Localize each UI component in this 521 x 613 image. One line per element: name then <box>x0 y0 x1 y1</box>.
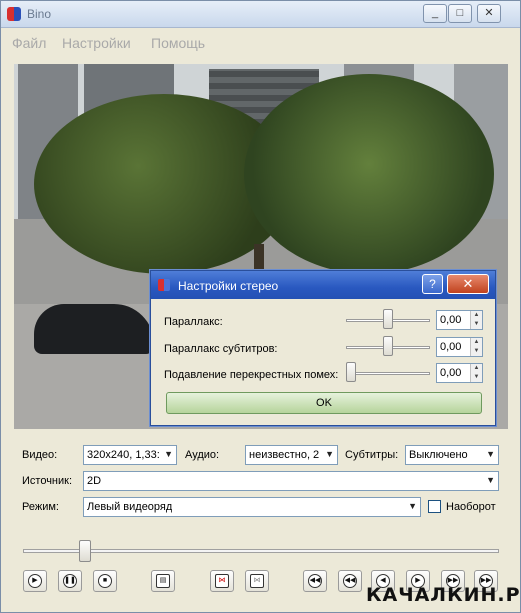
parallax-label: Параллакс: <box>164 316 223 328</box>
crosstalk-spinbox[interactable]: 0,00 ▲ ▼ <box>436 363 483 383</box>
video-combo-value: 320x240, 1,33: <box>87 449 160 461</box>
menu-settings[interactable]: Настройки <box>62 35 131 51</box>
maximize-button[interactable]: □ <box>448 4 472 23</box>
parallax-spinbox[interactable]: 0,00 ▲ ▼ <box>436 310 483 330</box>
subtitle-parallax-value: 0,00 <box>440 341 462 353</box>
video-combo[interactable]: 320x240, 1,33: ▼ <box>83 445 177 465</box>
subtitles-label: Субтитры: <box>345 449 399 461</box>
seek-slider-thumb[interactable] <box>79 540 91 562</box>
window-title: Bino <box>27 7 52 21</box>
chevron-down-icon: ▼ <box>486 475 495 485</box>
seek-slider-track[interactable] <box>23 549 499 553</box>
crosstalk-spin-arrows[interactable]: ▲ ▼ <box>470 364 482 382</box>
chevron-down-icon: ▼ <box>486 449 495 459</box>
audio-combo[interactable]: неизвестно, 2 ▼ <box>245 445 338 465</box>
chevron-down-icon: ▼ <box>325 449 334 459</box>
bino-window: Bino _ □ ✕ Файл Настройки Помощь Настрой… <box>0 0 521 613</box>
dialog-title: Настройки стерео <box>178 279 279 293</box>
close-button[interactable]: ✕ <box>477 4 501 23</box>
video-label: Видео: <box>22 449 58 461</box>
spin-down-icon[interactable]: ▼ <box>471 320 482 329</box>
video-frame-tree <box>244 74 494 274</box>
dialog-help-button[interactable]: ? <box>422 274 443 294</box>
audio-combo-value: неизвестно, 2 <box>249 449 320 461</box>
pause-button[interactable]: ❚❚ <box>58 570 82 592</box>
title-bar: Bino _ □ ✕ <box>1 1 520 28</box>
subtitle-parallax-spin-arrows[interactable]: ▲ ▼ <box>470 338 482 356</box>
parallax-slider-thumb[interactable] <box>383 309 393 329</box>
stop-button[interactable]: ■ <box>93 570 117 592</box>
source-combo-value: 2D <box>87 475 102 487</box>
subtitle-parallax-label: Параллакс субтитров: <box>164 343 278 355</box>
audio-label: Аудио: <box>185 449 220 461</box>
seek-back-1m-icon: ◀◀ <box>343 574 357 588</box>
play-icon: ▶ <box>28 574 42 588</box>
mode-combo-value: Левый видеоряд <box>87 501 173 513</box>
dialog-close-button[interactable]: ✕ <box>447 274 489 294</box>
play-button[interactable]: ▶ <box>23 570 47 592</box>
seek-back-10m-icon: ◀◀ <box>308 574 322 588</box>
stereo-settings-dialog: Настройки стерео ? ✕ Параллакс: 0,00 ▲ ▼ … <box>150 270 496 426</box>
subtitles-combo-value: Выключено <box>409 449 468 461</box>
seek-back-1m-button[interactable]: ◀◀ <box>338 570 362 592</box>
crosstalk-value: 0,00 <box>440 367 462 379</box>
spin-up-icon[interactable]: ▲ <box>471 311 482 320</box>
fullscreen-button[interactable]: ▤ <box>151 570 175 592</box>
watermark: КАЧАЛКИН.РУ <box>366 584 521 606</box>
menu-bar: Файл Настройки Помощь <box>1 29 520 55</box>
crosstalk-slider-thumb[interactable] <box>346 362 356 382</box>
ok-button[interactable]: OK <box>166 392 482 414</box>
subtitles-combo[interactable]: Выключено ▼ <box>405 445 499 465</box>
swap-label: Наоборот <box>446 501 496 513</box>
source-combo[interactable]: 2D ▼ <box>83 471 499 491</box>
mode-combo[interactable]: Левый видеоряд ▼ <box>83 497 421 517</box>
parallax-spin-arrows[interactable]: ▲ ▼ <box>470 311 482 329</box>
crosstalk-label: Подавление перекрестных помех: <box>164 369 339 381</box>
video-frame-car <box>34 304 154 354</box>
spin-down-icon[interactable]: ▼ <box>471 373 482 382</box>
center-icon: ⋈ <box>215 574 229 588</box>
dialog-title-bar: Настройки стерео ? ✕ <box>151 271 495 299</box>
swap-checkbox[interactable] <box>428 500 441 513</box>
minimize-button[interactable]: _ <box>423 4 447 23</box>
zoom-icon: ⋈ <box>250 574 264 588</box>
center-button[interactable]: ⋈ <box>210 570 234 592</box>
subtitle-parallax-slider-thumb[interactable] <box>383 336 393 356</box>
spin-down-icon[interactable]: ▼ <box>471 347 482 356</box>
stop-icon: ■ <box>98 574 112 588</box>
chevron-down-icon: ▼ <box>164 449 173 459</box>
spin-up-icon[interactable]: ▲ <box>471 338 482 347</box>
fullscreen-icon: ▤ <box>156 574 170 588</box>
crosstalk-slider-track[interactable] <box>346 372 430 375</box>
dialog-app-icon <box>158 279 170 291</box>
spin-up-icon[interactable]: ▲ <box>471 364 482 373</box>
source-label: Источник: <box>22 475 73 487</box>
seek-back-10m-button[interactable]: ◀◀ <box>303 570 327 592</box>
menu-help[interactable]: Помощь <box>151 35 205 51</box>
parallax-value: 0,00 <box>440 314 462 326</box>
menu-file[interactable]: Файл <box>12 35 46 51</box>
mode-label: Режим: <box>22 501 59 513</box>
subtitle-parallax-spinbox[interactable]: 0,00 ▲ ▼ <box>436 337 483 357</box>
chevron-down-icon: ▼ <box>408 501 417 511</box>
pause-icon: ❚❚ <box>63 574 77 588</box>
bino-app-icon <box>7 7 21 21</box>
zoom-button[interactable]: ⋈ <box>245 570 269 592</box>
